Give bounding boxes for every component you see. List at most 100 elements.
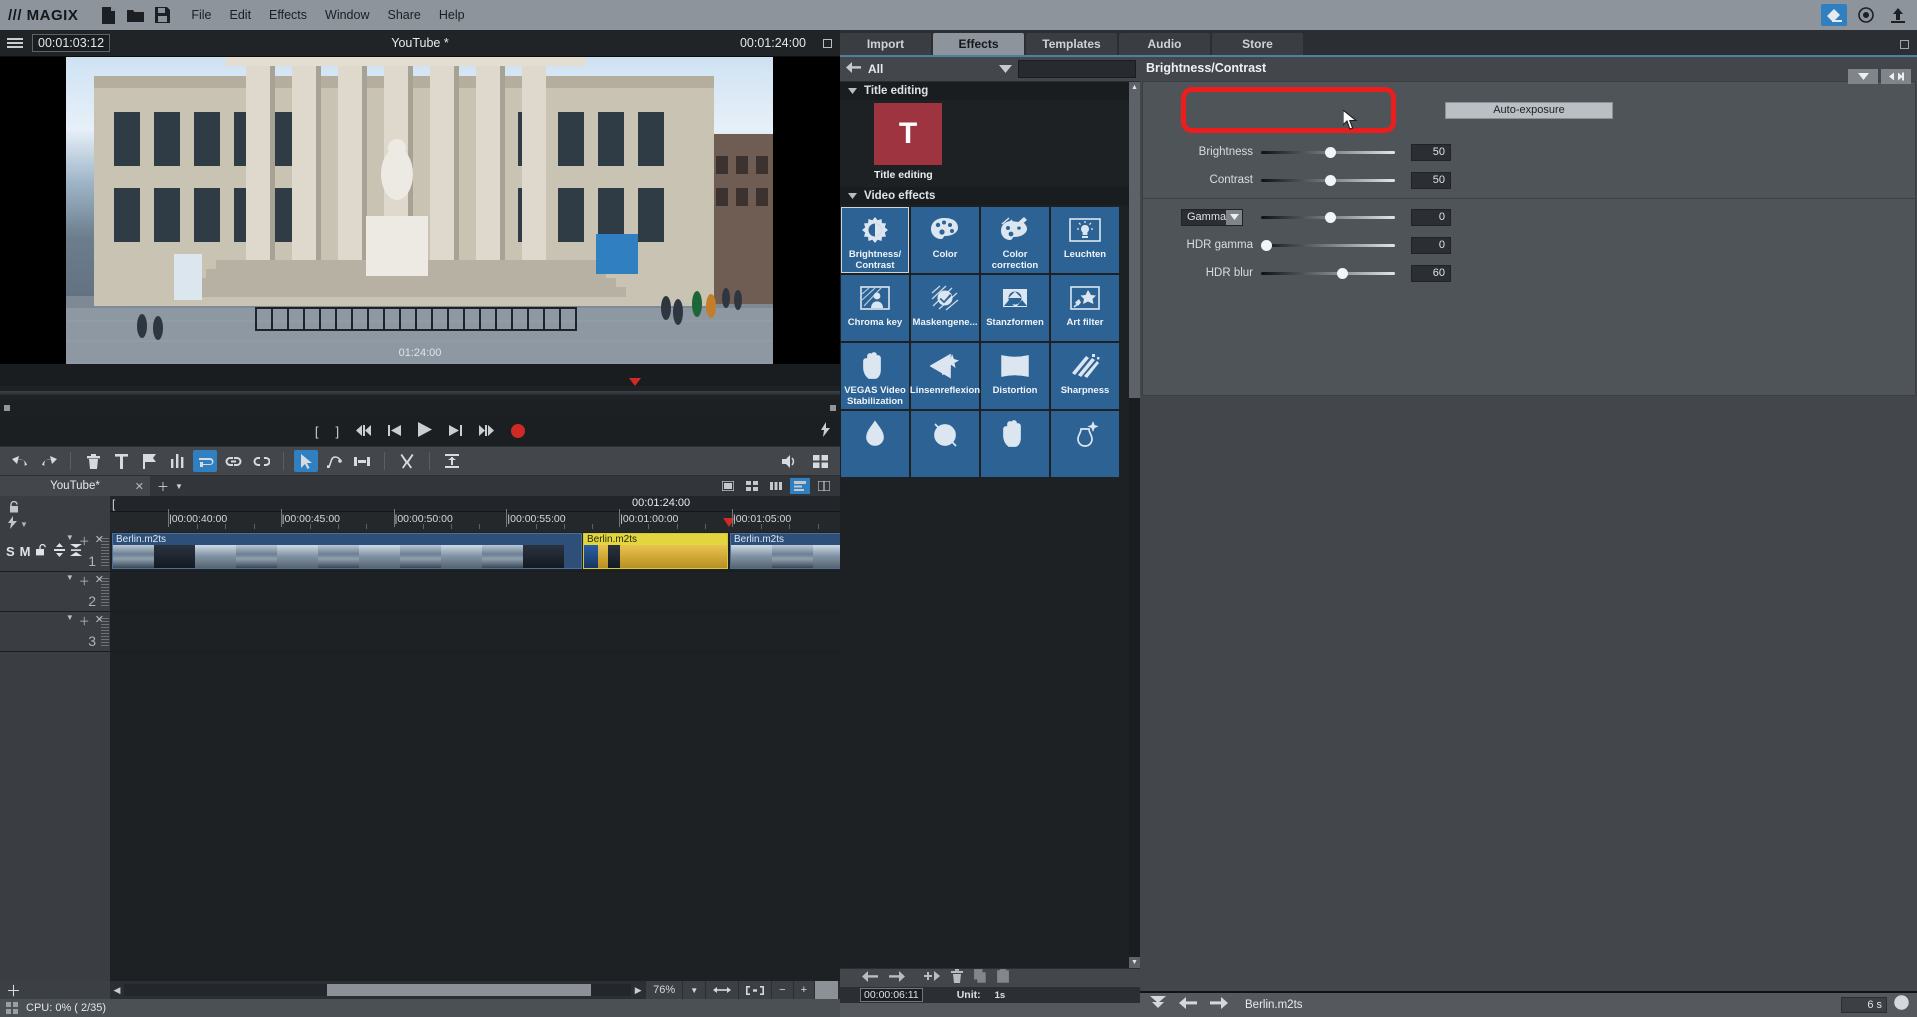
table-row[interactable]: Berlin.m2ts bbox=[583, 533, 728, 569]
range-end-handle[interactable] bbox=[830, 405, 836, 411]
scroll-left-icon[interactable]: ◀ bbox=[110, 985, 124, 996]
copy-keyframe-icon[interactable] bbox=[974, 968, 986, 988]
mouse-mode-button[interactable] bbox=[294, 450, 318, 472]
effect-color-correction[interactable]: Color correction bbox=[981, 207, 1049, 273]
triangle-down-icon[interactable] bbox=[848, 85, 857, 97]
preview-ruler[interactable] bbox=[0, 378, 840, 400]
brightness-value[interactable]: 50 bbox=[1411, 143, 1451, 161]
effect-leuchten[interactable]: Leuchten bbox=[1051, 207, 1119, 273]
brightness-slider[interactable] bbox=[1261, 144, 1395, 160]
keyframe-track-strip[interactable] bbox=[840, 1003, 1140, 1017]
menu-item-effects[interactable]: Effects bbox=[269, 8, 307, 22]
play-icon[interactable] bbox=[418, 422, 433, 440]
effect-brightness-contrast[interactable]: Brightness/ Contrast bbox=[841, 207, 909, 273]
gamma-select[interactable]: Gamma bbox=[1181, 208, 1243, 226]
maximize-square-icon[interactable] bbox=[823, 38, 832, 48]
effect-color[interactable]: Color bbox=[911, 207, 979, 273]
chevron-down-icon[interactable]: ▼ bbox=[66, 613, 74, 629]
storyboard-view-icon[interactable] bbox=[766, 478, 786, 494]
menu-item-share[interactable]: Share bbox=[388, 8, 421, 22]
chevron-down-icon[interactable]: ▼ bbox=[66, 533, 74, 549]
right-arrow-icon[interactable] bbox=[1210, 996, 1228, 1014]
plus-icon[interactable]: ＋ bbox=[79, 573, 90, 589]
grid-icon[interactable] bbox=[808, 450, 832, 472]
effects-scrollbar[interactable]: ▲ ▼ bbox=[1129, 82, 1140, 968]
snap-button[interactable] bbox=[440, 450, 464, 472]
left-arrow-icon[interactable] bbox=[1179, 996, 1197, 1014]
chevron-down-icon[interactable] bbox=[1226, 209, 1242, 225]
scroll-right-icon[interactable]: ▶ bbox=[631, 985, 645, 996]
unit-value[interactable]: 1s bbox=[995, 990, 1006, 1001]
gamma-slider[interactable] bbox=[1261, 209, 1395, 225]
marker-button[interactable] bbox=[137, 450, 161, 472]
effects-list[interactable]: Title editing T Title editing Video effe… bbox=[840, 82, 1140, 968]
slider-knob[interactable] bbox=[1261, 240, 1272, 251]
plus-icon[interactable]: ＋ bbox=[79, 613, 90, 629]
bolt-icon[interactable] bbox=[821, 422, 830, 440]
menu-item-window[interactable]: Window bbox=[325, 8, 369, 22]
prev-edit-icon[interactable] bbox=[356, 424, 372, 439]
zoom-level-label[interactable]: 76% bbox=[645, 981, 683, 999]
next-keyframe-icon[interactable] bbox=[889, 969, 905, 987]
preview-scrubber[interactable]: 01:24:00 bbox=[0, 347, 840, 386]
prev-keyframe-icon[interactable] bbox=[862, 969, 878, 987]
maximize-square-icon[interactable] bbox=[1900, 39, 1909, 49]
chevron-down-icon[interactable]: ▼ bbox=[20, 520, 28, 529]
effect-title-editing[interactable]: T bbox=[874, 103, 942, 165]
timeline-empty-area[interactable] bbox=[0, 652, 840, 981]
media-pool-maximize[interactable] bbox=[1900, 33, 1917, 55]
chevron-down-icon[interactable]: ▼ bbox=[175, 482, 183, 491]
group-header-title-editing[interactable]: Title editing bbox=[840, 82, 1129, 100]
chevron-down-icon[interactable]: ▼ bbox=[66, 573, 74, 589]
range-bracket-left[interactable]: [ bbox=[112, 497, 115, 511]
hdr-gamma-value[interactable]: 0 bbox=[1411, 236, 1451, 254]
effect-no-speed[interactable] bbox=[911, 411, 979, 477]
select-range-icon[interactable] bbox=[738, 981, 772, 999]
preview-position-marker[interactable] bbox=[629, 378, 641, 386]
chevron-down-icon[interactable]: ▼ bbox=[682, 981, 706, 999]
stretch-mode-button[interactable] bbox=[350, 450, 374, 472]
redo-button[interactable] bbox=[36, 450, 60, 472]
slider-knob[interactable] bbox=[1325, 147, 1337, 158]
loop-button[interactable] bbox=[193, 450, 217, 472]
gamma-value[interactable]: 0 bbox=[1411, 208, 1451, 226]
eraser-icon[interactable] bbox=[1821, 4, 1847, 26]
effect-linsenreflexion[interactable]: Linsenreflexion bbox=[910, 343, 980, 409]
timeline-ruler[interactable]: 00:01:24:00 ] |00:00:40:00|00:00:45:00|0… bbox=[110, 496, 840, 532]
paste-keyframe-icon[interactable] bbox=[997, 968, 1009, 988]
unlock-icon[interactable] bbox=[35, 544, 49, 559]
record-icon[interactable] bbox=[511, 424, 526, 438]
volume-updown-icon[interactable] bbox=[53, 543, 65, 560]
track-resize-grip[interactable] bbox=[101, 578, 109, 606]
slider-knob[interactable] bbox=[1325, 212, 1337, 223]
contrast-value[interactable]: 50 bbox=[1411, 171, 1451, 189]
chevron-down-icon[interactable]: ▼ bbox=[1129, 957, 1140, 968]
effect-magic-wand[interactable] bbox=[1051, 411, 1119, 477]
scene-view-icon[interactable] bbox=[814, 478, 834, 494]
effect-maskengenerator[interactable]: Maskengene... bbox=[911, 275, 979, 341]
mixer-button[interactable] bbox=[165, 450, 189, 472]
track-resize-grip[interactable] bbox=[101, 538, 109, 566]
scrollbar-thumb[interactable] bbox=[1129, 93, 1140, 398]
track-body-2[interactable] bbox=[110, 572, 840, 611]
zoom-extra-button[interactable] bbox=[814, 981, 838, 999]
plus-icon[interactable]: ＋ bbox=[6, 980, 21, 1001]
effect-stanzformen[interactable]: Stanzformen bbox=[981, 275, 1049, 341]
effect-distortion[interactable]: Distortion bbox=[981, 343, 1049, 409]
effect-art-filter[interactable]: Art filter bbox=[1051, 275, 1119, 341]
save-disk-icon[interactable] bbox=[150, 3, 174, 27]
tab-store[interactable]: Store bbox=[1212, 33, 1303, 55]
in-point-button[interactable]: [ bbox=[315, 424, 319, 439]
curve-mode-button[interactable] bbox=[322, 450, 346, 472]
fit-width-icon[interactable] bbox=[705, 981, 739, 999]
menu-item-help[interactable]: Help bbox=[439, 8, 465, 22]
track-header-1[interactable]: S M ▼ ＋ ✕ 1 bbox=[0, 532, 110, 571]
record-circle-icon[interactable] bbox=[1853, 4, 1879, 26]
keyframe-timecode[interactable]: 00:00:06:11 bbox=[860, 988, 923, 1002]
solo-button[interactable]: S bbox=[6, 544, 15, 559]
clip-duration-value[interactable]: 6 s bbox=[1841, 997, 1887, 1013]
track-header-2[interactable]: ▼ ＋ ✕ 2 bbox=[0, 572, 110, 611]
hdr-blur-value[interactable]: 60 bbox=[1411, 264, 1451, 282]
timeline-scrollbar[interactable]: ◀ ▶ 76% ▼ − + bbox=[110, 981, 840, 999]
delete-keyframe-icon[interactable] bbox=[951, 968, 963, 988]
